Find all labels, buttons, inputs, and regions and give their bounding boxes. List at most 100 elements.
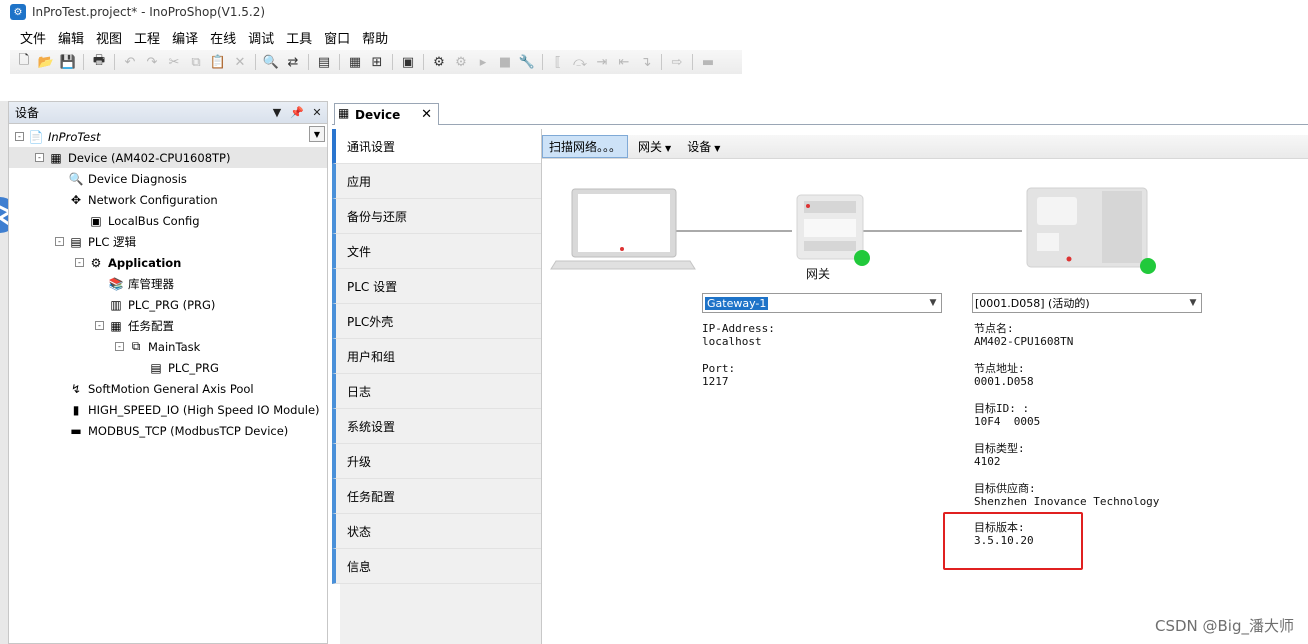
device-tab-icon: ▦: [338, 106, 350, 120]
cut-icon[interactable]: ✂: [164, 52, 184, 72]
menu-tools[interactable]: 工具: [280, 28, 318, 47]
login-icon[interactable]: ⚙: [429, 52, 449, 72]
port-value: 1217: [702, 375, 729, 388]
close-icon[interactable]: ✕: [307, 106, 327, 119]
tree-item[interactable]: - ▦ 任务配置: [9, 315, 327, 336]
nav-item[interactable]: 任务配置: [332, 479, 541, 514]
print-icon[interactable]: 🖶: [89, 52, 109, 72]
devices-panel: 设备 ▼ 📌 ✕ ▼ - 📄 InProTest - ▦ Device (AM402-CP…: [8, 101, 328, 644]
laptop-icon: [550, 188, 696, 270]
scan-network-button[interactable]: 扫描网络。。。: [542, 135, 629, 158]
replace-icon[interactable]: ⇄: [283, 52, 303, 72]
tree-item[interactable]: - ▦ Device (AM402-CPU1608TP): [9, 147, 327, 168]
paste-icon[interactable]: 📋: [208, 52, 228, 72]
nav-item[interactable]: 日志: [332, 374, 541, 409]
nav-item[interactable]: 应用: [332, 164, 541, 199]
menu-build[interactable]: 编译: [166, 28, 204, 47]
breakpoint-icon[interactable]: ⟦: [548, 52, 568, 72]
insert-icon[interactable]: ⊞: [367, 52, 387, 72]
display-mode-icon[interactable]: ▬: [698, 52, 718, 72]
nav-item[interactable]: PLC 设置: [332, 269, 541, 304]
nav-item[interactable]: 备份与还原: [332, 199, 541, 234]
tree-item[interactable]: - 📄 InProTest: [9, 126, 327, 147]
add-object-icon[interactable]: ▦: [345, 52, 365, 72]
copy-icon[interactable]: ⧉: [186, 52, 206, 72]
step-into-icon[interactable]: ⇥: [592, 52, 612, 72]
pin-icon[interactable]: 📌: [287, 106, 307, 119]
tree-item[interactable]: ✥ Network Configuration: [9, 189, 327, 210]
panel-menu-icon[interactable]: ▼: [267, 106, 287, 119]
tree-item-label: SoftMotion General Axis Pool: [88, 381, 254, 396]
nav-item[interactable]: 状态: [332, 514, 541, 549]
target-vendor-label: 目标供应商:: [974, 482, 1036, 495]
device-select[interactable]: [0001.D058] (活动的) ▼: [972, 293, 1202, 313]
tree-item[interactable]: ▥ PLC_PRG (PRG): [9, 294, 327, 315]
menu-view[interactable]: 视图: [90, 28, 128, 47]
reset-icon[interactable]: 🔧: [517, 52, 537, 72]
plc-logic-icon: ▤: [70, 234, 82, 249]
delete-icon[interactable]: ✕: [230, 52, 250, 72]
tree-item[interactable]: ▣ LocalBus Config: [9, 210, 327, 231]
tree-item[interactable]: ▮ HIGH_SPEED_IO (High Speed IO Module): [9, 399, 327, 420]
build-icon[interactable]: ▣: [398, 52, 418, 72]
tree-item[interactable]: - ▤ PLC 逻辑: [9, 231, 327, 252]
gateway-select[interactable]: Gateway-1 ▼: [702, 293, 942, 313]
left-edge-scrollbar[interactable]: [0, 101, 8, 644]
target-id-value: 10F4 0005: [974, 415, 1041, 428]
localbus-icon: ▣: [90, 213, 102, 228]
tree-item[interactable]: ▬ MODBUS_TCP (ModbusTCP Device): [9, 420, 327, 441]
modbus-icon: ▬: [70, 423, 82, 438]
close-tab-icon[interactable]: ✕: [421, 107, 432, 122]
stop-icon[interactable]: ■: [495, 52, 515, 72]
tree-item[interactable]: - ⚙ Application: [9, 252, 327, 273]
tree-item[interactable]: ↯ SoftMotion General Axis Pool: [9, 378, 327, 399]
new-file-icon[interactable]: 🗋: [14, 52, 34, 72]
nav-item[interactable]: PLC外壳: [332, 304, 541, 339]
gateway-menu-label: 网关: [638, 140, 663, 154]
logout-icon[interactable]: ⚙: [451, 52, 471, 72]
gateway-menu-button[interactable]: 网关 ▼: [632, 136, 677, 157]
tree-item[interactable]: 🔍 Device Diagnosis: [9, 168, 327, 189]
menu-edit[interactable]: 编辑: [52, 28, 90, 47]
tree-item-label: Network Configuration: [88, 192, 218, 207]
step-over-icon[interactable]: ⤼: [570, 52, 590, 72]
find-icon[interactable]: 🔍: [261, 52, 281, 72]
collapse-icon[interactable]: -: [115, 342, 124, 351]
collapse-icon[interactable]: -: [35, 153, 44, 162]
tree-item[interactable]: ▤ PLC_PRG: [9, 357, 327, 378]
nav-item[interactable]: 系统设置: [332, 409, 541, 444]
save-icon[interactable]: 💾: [58, 52, 78, 72]
step-out-icon[interactable]: ⇤: [614, 52, 634, 72]
open-folder-icon[interactable]: 📂: [36, 52, 56, 72]
tab-device[interactable]: ▦ Device ✕: [334, 103, 439, 125]
collapse-icon[interactable]: -: [55, 237, 64, 246]
tree-item[interactable]: - ⧉ MainTask: [9, 336, 327, 357]
next-statement-icon[interactable]: ⇨: [667, 52, 687, 72]
menu-window[interactable]: 窗口: [318, 28, 356, 47]
windows-icon[interactable]: ▤: [314, 52, 334, 72]
menu-project[interactable]: 工程: [128, 28, 166, 47]
tree-dropdown-icon[interactable]: ▼: [309, 126, 325, 142]
menu-file[interactable]: 文件: [14, 28, 52, 47]
menu-online[interactable]: 在线: [204, 28, 242, 47]
menu-help[interactable]: 帮助: [356, 28, 394, 47]
tree-item[interactable]: 📚 库管理器: [9, 273, 327, 294]
device-menu-button[interactable]: 设备 ▼: [681, 136, 726, 157]
node-name-label: 节点名:: [974, 322, 1014, 335]
collapse-icon[interactable]: -: [95, 321, 104, 330]
nav-item[interactable]: 信息: [332, 549, 541, 584]
application-icon: ⚙: [90, 255, 102, 270]
device-menu-label: 设备: [687, 140, 712, 154]
redo-icon[interactable]: ↷: [142, 52, 162, 72]
run-to-cursor-icon[interactable]: ↴: [636, 52, 656, 72]
collapse-icon[interactable]: -: [75, 258, 84, 267]
run-icon[interactable]: ▸: [473, 52, 493, 72]
nav-item[interactable]: 升级: [332, 444, 541, 479]
collapse-icon[interactable]: -: [15, 132, 24, 141]
menu-debug[interactable]: 调试: [242, 28, 280, 47]
undo-icon[interactable]: ↶: [120, 52, 140, 72]
gateway-device-icon: [796, 194, 870, 266]
nav-item[interactable]: 通讯设置: [332, 129, 541, 164]
nav-item[interactable]: 文件: [332, 234, 541, 269]
nav-item[interactable]: 用户和组: [332, 339, 541, 374]
